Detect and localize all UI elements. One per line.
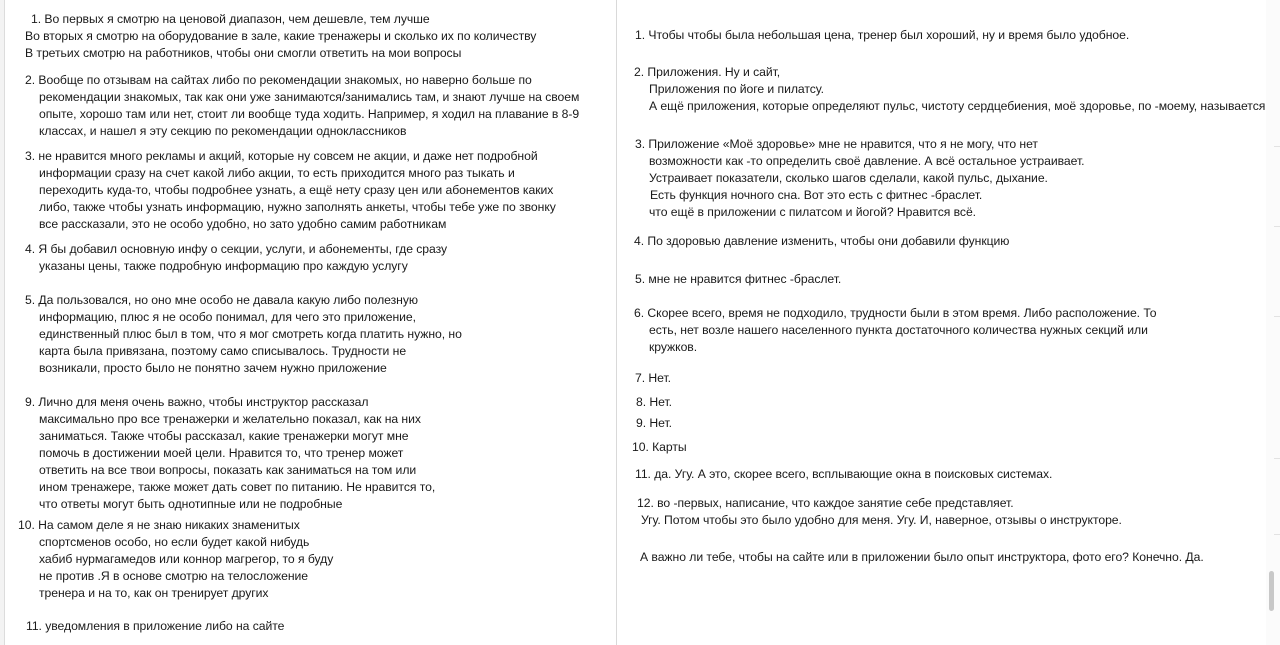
left-answer-6-line: ином тренажере, также может дать совет п… <box>39 480 436 494</box>
right-answer-3-line: Устраивает показатели, сколько шагов сде… <box>649 171 1048 185</box>
left-answer-6-line: максимально про все тренажерки и желател… <box>39 412 421 426</box>
left-answer-7-line: тренера и на то, как он тренирует других <box>39 586 269 600</box>
left-answer-5-line: информацию, плюс я не особо понимал, для… <box>39 310 416 324</box>
left-answer-3-line: переходить куда-то, чтобы подробнее узна… <box>39 183 554 197</box>
right-answer-9-line: 9. Нет. <box>636 416 672 430</box>
right-answer-6-line: 6. Скорее всего, время не подходило, тру… <box>634 306 1157 320</box>
left-answer-5-line: возникали, просто было не понятно зачем … <box>39 361 387 375</box>
right-document-page: 1. Чтобы чтобы была небольшая цена, трен… <box>617 0 1280 645</box>
left-answer-1-line: В третьих смотрю на работников, чтобы он… <box>25 46 462 60</box>
left-answer-2-line: опыте, хорошо там или нет, стоит ли вооб… <box>39 107 580 121</box>
right-answer-8-line: 8. Нет. <box>636 395 672 409</box>
left-answer-4-line: 4. Я бы добавил основную инфу о секции, … <box>25 242 448 256</box>
left-page-edge <box>0 0 5 645</box>
left-answer-7-line: спортсменов особо, но если будет какой н… <box>39 535 310 549</box>
right-answer-11-line: 11. да. Угу. А это, скорее всего, всплыв… <box>635 467 1053 481</box>
left-answer-2-line: 2. Вообще по отзывам на сайтах либо по р… <box>25 73 532 87</box>
left-answer-6-line: заниматься. Также чтобы рассказал, какие… <box>39 429 409 443</box>
right-scroll-gutter[interactable] <box>1266 0 1280 645</box>
left-answer-1-line: Во вторых я смотрю на оборудование в зал… <box>25 29 537 43</box>
right-answer-13-line: А важно ли тебе, чтобы на сайте или в пр… <box>640 550 1204 564</box>
right-answer-1-line: 1. Чтобы чтобы была небольшая цена, трен… <box>635 28 1130 42</box>
left-answer-1-line: 1. Во первых я смотрю на ценовой диапазо… <box>31 12 430 26</box>
right-answer-3-line: возможности как -то определить своё давл… <box>649 154 1085 168</box>
left-document-page: 1. Во первых я смотрю на ценовой диапазо… <box>0 0 617 645</box>
left-answer-6-line: ответить на все твои вопросы, показать к… <box>39 463 417 477</box>
left-answer-3-line: информации сразу на счет какой либо акци… <box>39 166 515 180</box>
right-answer-3-line: 3. Приложение «Моё здоровье» мне не нрав… <box>635 137 1038 151</box>
left-answer-2-line: рекомендации знакомых, так как они уже з… <box>39 90 580 104</box>
left-answer-5-line: карта была привязана, поэтому само списы… <box>39 344 407 358</box>
left-answer-7-line: хабиб нурмагамедов или коннор магрегор, … <box>39 552 334 566</box>
right-answer-6-line: есть, нет возле нашего населенного пункт… <box>649 323 1148 337</box>
left-answer-3-line: либо, также чтобы узнать информацию, нуж… <box>39 200 556 214</box>
right-answer-2-line: А ещё приложения, которые определяют пул… <box>649 99 1266 113</box>
right-answer-5-line: 5. мне не нравится фитнес -браслет. <box>635 272 842 286</box>
right-answer-6-line: кружков. <box>649 340 698 354</box>
right-answer-3-line: Есть функция ночного сна. Вот это есть с… <box>650 188 983 202</box>
left-answer-5-line: единственный плюс был в том, что я мог с… <box>39 327 462 341</box>
scrollbar-thumb[interactable] <box>1269 571 1274 611</box>
left-answer-6-line: 9. Лично для меня очень важно, чтобы инс… <box>25 395 369 409</box>
right-answer-3-line: что ещё в приложении с пилатсом и йогой?… <box>649 205 977 219</box>
left-answer-4-line: указаны цены, также подробную информацию… <box>39 259 408 273</box>
right-answer-2-line: Приложения по йоге и пилатсу. <box>649 82 824 96</box>
right-answer-12-line: Угу. Потом чтобы это было удобно для мен… <box>641 513 1122 527</box>
left-answer-6-line: помочь в достижении моей цели. Нравится … <box>39 446 404 460</box>
left-answer-7-line: 10. На самом деле я не знаю никаких знам… <box>18 518 300 532</box>
left-answer-3-line: 3. не нравится много рекламы и акций, ко… <box>25 149 538 163</box>
right-answer-7-line: 7. Нет. <box>635 371 671 385</box>
right-answer-10-line: 10. Карты <box>632 440 687 454</box>
left-answer-8-line: 11. уведомления в приложение либо на сай… <box>26 619 285 633</box>
left-answer-3-line: все рассказали, это не особо удобно, но … <box>39 217 447 231</box>
left-answer-6-line: что ответы могут быть однотипные или не … <box>39 497 343 511</box>
right-answer-12-line: 12. во -первых, написание, что каждое за… <box>637 496 1014 510</box>
right-answer-2-line: 2. Приложения. Ну и сайт, <box>634 65 781 79</box>
left-answer-7-line: не против .Я в основе смотрю на телослож… <box>39 569 308 583</box>
right-answer-4-line: 4. По здоровью давление изменить, чтобы … <box>634 234 1010 248</box>
left-answer-2-line: классах, и нашел я эту секцию по рекомен… <box>39 124 407 138</box>
left-answer-5-line: 5. Да пользовался, но оно мне особо не д… <box>25 293 418 307</box>
